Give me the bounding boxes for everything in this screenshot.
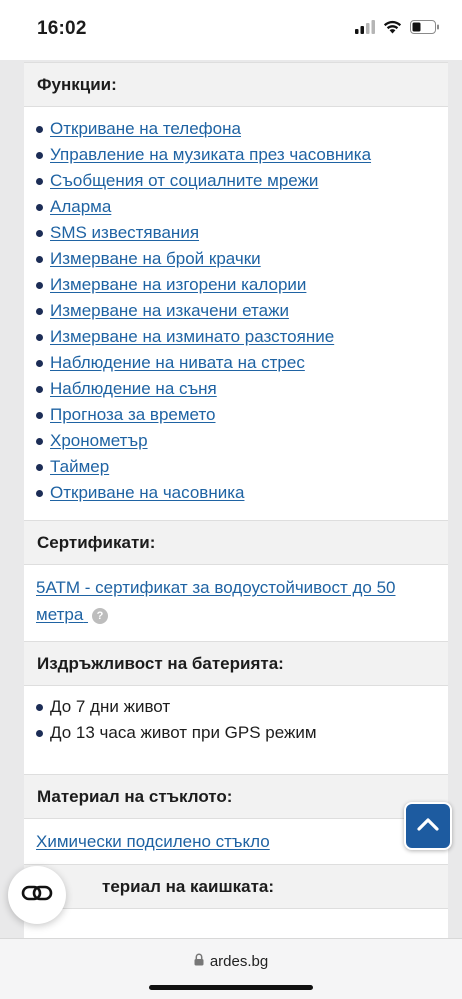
feature-list-item: Измерване на изгорени калории bbox=[36, 272, 448, 298]
feature-link[interactable]: Наблюдение на нивата на стрес bbox=[50, 353, 305, 373]
feature-link[interactable]: Измерване на изкачени етажи bbox=[50, 301, 289, 321]
features-section: Откриване на телефона Управление на музик… bbox=[24, 107, 448, 520]
lock-icon bbox=[194, 953, 204, 970]
bullet-icon bbox=[36, 489, 43, 497]
feature-list-item: Аларма bbox=[36, 194, 448, 220]
feature-list-item: Хронометър bbox=[36, 428, 448, 454]
feature-list-item: Таймер bbox=[36, 454, 448, 480]
battery-heading: Издръжливост на батерията: bbox=[24, 641, 448, 686]
bullet-icon bbox=[36, 411, 43, 419]
feature-list-item: Измерване на изкачени етажи bbox=[36, 298, 448, 324]
battery-list: До 7 дни живот До 13 часа живот при GPS … bbox=[24, 686, 448, 774]
bullet-icon bbox=[36, 229, 43, 237]
feature-list-item: Откриване на телефона bbox=[36, 116, 448, 142]
feature-link[interactable]: Наблюдение на съня bbox=[50, 379, 217, 399]
address-bar[interactable]: ardes.bg bbox=[0, 953, 462, 970]
strap-heading: териал на каишката: bbox=[24, 864, 448, 909]
bullet-icon bbox=[36, 307, 43, 315]
certificate-link-line2: метра bbox=[36, 605, 84, 624]
help-icon[interactable]: ? bbox=[92, 607, 109, 624]
chevron-up-icon bbox=[417, 817, 439, 836]
feature-list-item: Управление на музиката през часовника bbox=[36, 142, 448, 168]
floating-action-button[interactable] bbox=[8, 866, 66, 924]
bullet-icon bbox=[36, 359, 43, 367]
feature-link[interactable]: Аларма bbox=[50, 197, 111, 217]
url-text: ardes.bg bbox=[209, 953, 269, 970]
wifi-icon bbox=[383, 20, 402, 39]
feature-link[interactable]: Таймер bbox=[50, 457, 109, 477]
bullet-icon bbox=[36, 281, 43, 289]
feature-link[interactable]: SMS известявания bbox=[50, 223, 199, 243]
cellular-signal-icon bbox=[355, 20, 375, 39]
feature-list-item: Откриване на часовника bbox=[36, 480, 448, 506]
bullet-icon bbox=[36, 177, 43, 185]
bullet-icon bbox=[36, 463, 43, 471]
feature-list-item: Наблюдение на съня bbox=[36, 376, 448, 402]
feature-link[interactable]: Хронометър bbox=[50, 431, 148, 451]
bullet-icon bbox=[36, 385, 43, 393]
feature-list-item: Прогноза за времето bbox=[36, 402, 448, 428]
feature-list-item: SMS известявания bbox=[36, 220, 448, 246]
feature-link[interactable]: Измерване на изгорени калории bbox=[50, 275, 306, 295]
strap-section bbox=[24, 909, 448, 938]
feature-link[interactable]: Измерване на брой крачки bbox=[50, 249, 261, 269]
glass-section: Химически подсилено стъкло bbox=[24, 819, 448, 864]
feature-link[interactable]: Управление на музиката през часовника bbox=[50, 145, 371, 165]
certificate-link[interactable]: 5ATM - сертификат за водоустойчивост до … bbox=[36, 578, 395, 624]
certificates-heading: Сертификати: bbox=[24, 520, 448, 565]
link-icon bbox=[21, 884, 53, 907]
features-heading: Функции: bbox=[24, 62, 448, 107]
bullet-icon bbox=[36, 333, 43, 341]
battery-icon bbox=[410, 20, 440, 39]
battery-item-text: До 7 дни живот bbox=[50, 697, 171, 716]
bullet-icon bbox=[36, 437, 43, 445]
bullet-icon bbox=[36, 125, 43, 133]
browser-bottom-bar: ardes.bg bbox=[0, 938, 462, 999]
strap-heading-text: териал на каишката: bbox=[102, 876, 275, 896]
feature-link[interactable]: Измерване на изминато разстояние bbox=[50, 327, 334, 347]
feature-list-item: Наблюдение на нивата на стрес bbox=[36, 350, 448, 376]
status-bar: 16:02 bbox=[0, 0, 462, 60]
feature-list-item: Измерване на изминато разстояние bbox=[36, 324, 448, 350]
home-indicator[interactable] bbox=[149, 985, 313, 990]
glass-material-link[interactable]: Химически подсилено стъкло bbox=[36, 832, 270, 852]
list-item: До 7 дни живот bbox=[36, 694, 448, 720]
bullet-icon bbox=[36, 255, 43, 263]
bullet-icon bbox=[36, 729, 43, 737]
glass-heading: Материал на стъклото: bbox=[24, 774, 448, 819]
feature-list-item: Съобщения от социалните мрежи bbox=[36, 168, 448, 194]
feature-link[interactable]: Съобщения от социалните мрежи bbox=[50, 171, 318, 191]
battery-item-text: До 13 часа живот при GPS режим bbox=[50, 723, 317, 742]
bullet-icon bbox=[36, 703, 43, 711]
certificate-link-line1: 5ATM - сертификат за водоустойчивост до … bbox=[36, 578, 396, 597]
battery-section: До 7 дни живот До 13 часа живот при GPS … bbox=[24, 686, 448, 774]
status-time: 16:02 bbox=[37, 18, 87, 39]
bullet-icon bbox=[36, 151, 43, 159]
scroll-to-top-button[interactable] bbox=[404, 802, 452, 850]
feature-link[interactable]: Прогноза за времето bbox=[50, 405, 216, 425]
feature-list-item: Измерване на брой крачки bbox=[36, 246, 448, 272]
spec-panel: Функции: Откриване на телефона Управление… bbox=[24, 62, 448, 938]
bullet-icon bbox=[36, 203, 43, 211]
certificates-section: 5ATM - сертификат за водоустойчивост до … bbox=[24, 565, 448, 641]
feature-link[interactable]: Откриване на часовника bbox=[50, 483, 244, 503]
list-item: До 13 часа живот при GPS режим bbox=[36, 720, 448, 746]
features-list: Откриване на телефона Управление на музик… bbox=[24, 107, 448, 520]
status-icons bbox=[355, 20, 440, 39]
feature-link[interactable]: Откриване на телефона bbox=[50, 119, 241, 139]
